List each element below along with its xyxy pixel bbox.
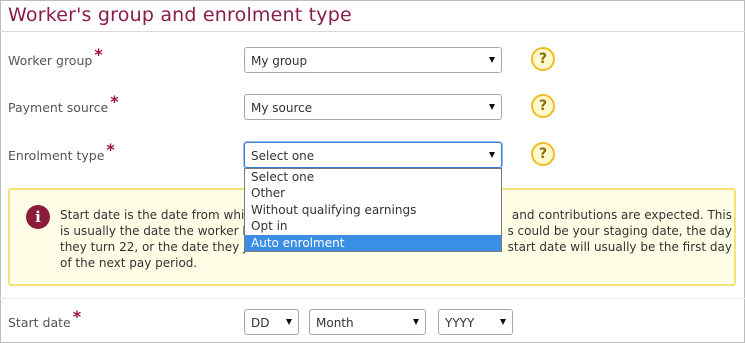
chevron-down-icon [413,319,419,325]
info-line-2-left: is usually the date the worker be [60,224,258,238]
start-date-year-value: YYYY [445,316,475,330]
divider [0,298,745,299]
chevron-down-icon [489,57,495,63]
info-icon: i [26,205,50,229]
start-date-month-value: Month [316,316,354,330]
option-auto-enrolment[interactable]: Auto enrolment [245,234,501,251]
payment-source-select[interactable]: My source [244,94,502,120]
required-mark: * [94,45,103,64]
payment-source-label-text: Payment source [8,100,109,115]
info-line-3-left: they turn 22, or the date they jo [60,240,254,254]
help-icon[interactable]: ? [531,142,555,166]
section-title: Worker's group and enrolment type [8,4,352,26]
chevron-down-icon [286,319,292,325]
worker-group-label-text: Worker group [8,53,93,68]
enrolment-type-options[interactable]: Select one Other Without qualifying earn… [244,168,502,252]
option-select-one[interactable]: Select one [245,169,501,185]
enrolment-type-select[interactable]: Select one [244,142,502,168]
help-icon[interactable]: ? [531,94,555,118]
chevron-down-icon [489,104,495,110]
enrolment-type-value: Select one [251,149,315,163]
required-mark: * [106,140,115,159]
worker-group-select[interactable]: My group [244,47,502,73]
required-mark: * [110,92,119,111]
option-without-qualifying-earnings[interactable]: Without qualifying earnings [245,202,501,218]
info-line-1-right: and contributions are expected. This [511,208,732,222]
chevron-down-icon [500,319,506,325]
info-line-4: of the next pay period. [60,256,198,270]
start-date-label: Start date * [8,307,81,331]
start-date-label-text: Start date [8,315,71,330]
option-other[interactable]: Other [245,185,501,201]
option-opt-in[interactable]: Opt in [245,218,501,234]
start-date-month-select[interactable]: Month [309,309,426,335]
payment-source-value: My source [251,101,313,115]
help-icon[interactable]: ? [531,47,555,71]
payment-source-label: Payment source * [8,92,119,116]
info-line-3-right: start date will usually be the first day [507,240,732,254]
start-date-year-select[interactable]: YYYY [438,309,513,335]
worker-group-label: Worker group * [8,45,103,69]
divider [0,31,745,32]
info-line-1-left: Start date is the date from which [60,208,259,222]
chevron-down-icon [489,152,495,158]
info-line-2-right: s could be your staging date, the day [507,224,732,238]
start-date-day-select[interactable]: DD [244,309,299,335]
start-date-day-value: DD [251,316,270,330]
enrolment-type-label: Enrolment type * [8,140,115,164]
required-mark: * [72,307,82,326]
worker-group-value: My group [251,54,308,68]
enrolment-type-label-text: Enrolment type [8,148,105,163]
